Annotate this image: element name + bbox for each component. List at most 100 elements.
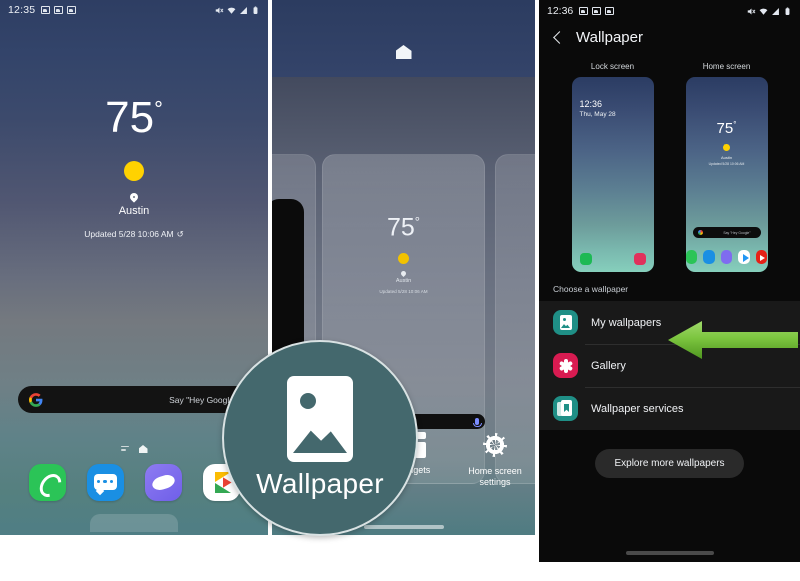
- wallpaper-callout-badge: Wallpaper: [222, 340, 418, 536]
- google-search-bar[interactable]: Say "Hey Google": [18, 386, 250, 413]
- wallpaper-previews: Lock screen 12:36 Thu, May 28 Home scree…: [539, 62, 800, 272]
- gesture-pill[interactable]: [625, 551, 714, 555]
- status-bar: 12:35: [0, 0, 268, 20]
- lock-screen-phone-shortcut-icon: [579, 253, 592, 265]
- status-bar: 12:36: [539, 0, 800, 22]
- weather-location: Austin: [118, 205, 150, 217]
- navigation-bar: [0, 513, 268, 535]
- refresh-icon[interactable]: ↺: [177, 229, 184, 240]
- wallpaper-services-icon: [553, 396, 578, 421]
- battery-icon: [785, 6, 790, 15]
- email-icon: [592, 7, 602, 15]
- preview-search-hint: Say "Hey Google": [723, 230, 751, 235]
- email-icon: [54, 6, 64, 14]
- degree-symbol: °: [154, 96, 163, 122]
- status-bar-notification-icons: [579, 7, 615, 15]
- preview-app-dock: [685, 250, 768, 264]
- lock-screen-preview-label: Lock screen: [590, 62, 635, 71]
- dock-app-messages[interactable]: [86, 464, 124, 501]
- preview-weather-updated: Updated 5/28 10:06 AM: [708, 162, 745, 166]
- google-logo-icon: [29, 392, 43, 407]
- weather-temperature: 75°: [0, 96, 268, 140]
- home-screen-thumbnail[interactable]: 75° Austin Updated 5/28 10:06 AM Say "He…: [685, 77, 768, 272]
- weather-widget[interactable]: 75° Austin Updated 5/28 10:06 AM ↺: [0, 96, 268, 240]
- explore-more-wallpapers-button[interactable]: Explore more wallpapers: [595, 449, 744, 478]
- app-bar: Wallpaper: [539, 22, 800, 50]
- edit-weather-updated: Updated 5/28 10:06 AM: [379, 289, 428, 295]
- page-title: Wallpaper: [576, 29, 643, 46]
- lock-screen-preview[interactable]: Lock screen 12:36 Thu, May 28: [571, 62, 654, 272]
- preview-app-internet-icon: [720, 250, 733, 264]
- wallpaper-services-label: Wallpaper services: [591, 402, 684, 415]
- pages-icon[interactable]: [120, 445, 129, 453]
- preview-app-phone-icon: [685, 250, 698, 264]
- gallery-label: Gallery: [591, 359, 626, 372]
- preview-app-youtube-icon: [755, 250, 768, 264]
- home-screen-settings-label-line1: Home screen: [468, 466, 522, 476]
- preview-weather-temperature: 75°: [686, 120, 768, 137]
- dock-app-internet[interactable]: [144, 464, 182, 501]
- dock-app-phone[interactable]: [28, 464, 66, 501]
- google-logo-icon: [697, 230, 703, 235]
- edit-weather-temperature-value: 75: [386, 213, 415, 242]
- status-bar-system-icons: [215, 5, 260, 15]
- gesture-pill[interactable]: [363, 525, 444, 529]
- edit-weather-temperature: 75°: [272, 215, 535, 240]
- microphone-icon[interactable]: [473, 418, 483, 427]
- wifi-icon: [759, 8, 768, 15]
- gallery-icon: [553, 353, 578, 378]
- signal-icon: [240, 6, 247, 14]
- image-icon: [41, 6, 51, 14]
- home-screen-preview-label: Home screen: [702, 62, 751, 71]
- signal-icon: [772, 7, 779, 15]
- my-wallpapers-label: My wallpapers: [591, 316, 662, 329]
- home-page-icon[interactable]: [138, 445, 148, 453]
- wallpaper-settings-panel: 12:36 Wallpaper Lock screen 12:36 Thu, M…: [539, 0, 800, 562]
- status-bar-notification-icons: [41, 6, 77, 14]
- preview-weather-location: Austin: [720, 155, 733, 160]
- lock-screen-date: Thu, May 28: [579, 111, 616, 118]
- status-bar-system-icons: [747, 6, 792, 16]
- edit-weather-widget: 75° Austin Updated 5/28 10:06 AM: [272, 215, 535, 295]
- home-screen-settings-label-line2: settings: [479, 477, 511, 487]
- lock-screen-camera-shortcut-icon: [633, 253, 646, 265]
- weather-updated: Updated 5/28 10:06 AM ↺: [0, 229, 268, 240]
- mute-icon: [215, 7, 224, 13]
- list-item-wallpaper-services[interactable]: Wallpaper services: [539, 387, 800, 430]
- home-screen-preview[interactable]: Home screen 75° Austin Updated 5/28 10:0…: [685, 62, 768, 272]
- arrow-left-icon: [668, 321, 798, 359]
- sun-icon: [720, 140, 734, 154]
- battery-icon: [253, 5, 258, 14]
- annotation-arrow: [664, 318, 800, 362]
- callout-label: Wallpaper: [256, 468, 384, 499]
- preview-search-bar: Say "Hey Google": [692, 227, 761, 238]
- gesture-pill[interactable]: [90, 514, 178, 532]
- status-bar-time: 12:35: [8, 4, 36, 16]
- wifi-icon: [227, 7, 236, 14]
- image-icon: [579, 7, 589, 15]
- screenshot-stage: 12:35 75° Austin Updated 5/28 10:06 AM ↺…: [0, 0, 800, 581]
- status-bar-time: 12:36: [547, 5, 574, 17]
- weather-temperature-value: 75: [105, 93, 155, 142]
- preview-weather-widget: 75° Austin Updated 5/28 10:06 AM: [686, 120, 768, 167]
- lock-screen-thumbnail[interactable]: 12:36 Thu, May 28: [571, 77, 654, 272]
- sun-icon: [393, 248, 414, 269]
- my-wallpapers-icon: [553, 310, 578, 335]
- location-pin-icon: [130, 193, 138, 204]
- location-pin-icon: [401, 271, 406, 277]
- edit-weather-location: Austin: [395, 278, 412, 285]
- sun-icon: [116, 153, 152, 189]
- weather-updated-text: Updated 5/28 10:06 AM: [84, 229, 174, 239]
- preview-app-messages-icon: [703, 250, 715, 264]
- picture-icon: [287, 376, 353, 462]
- chevron-left-icon[interactable]: [553, 31, 566, 44]
- edit-mode-top-area: [272, 0, 535, 77]
- app-icon: [605, 7, 615, 15]
- home-icon[interactable]: [395, 45, 412, 59]
- preview-degree-symbol: °: [733, 120, 737, 129]
- home-screen-settings-button[interactable]: Home screen settings: [463, 432, 527, 488]
- preview-app-play-store-icon: [738, 250, 750, 264]
- gear-icon: [482, 433, 508, 459]
- choose-wallpaper-label: Choose a wallpaper: [553, 284, 629, 294]
- mute-icon: [747, 8, 756, 14]
